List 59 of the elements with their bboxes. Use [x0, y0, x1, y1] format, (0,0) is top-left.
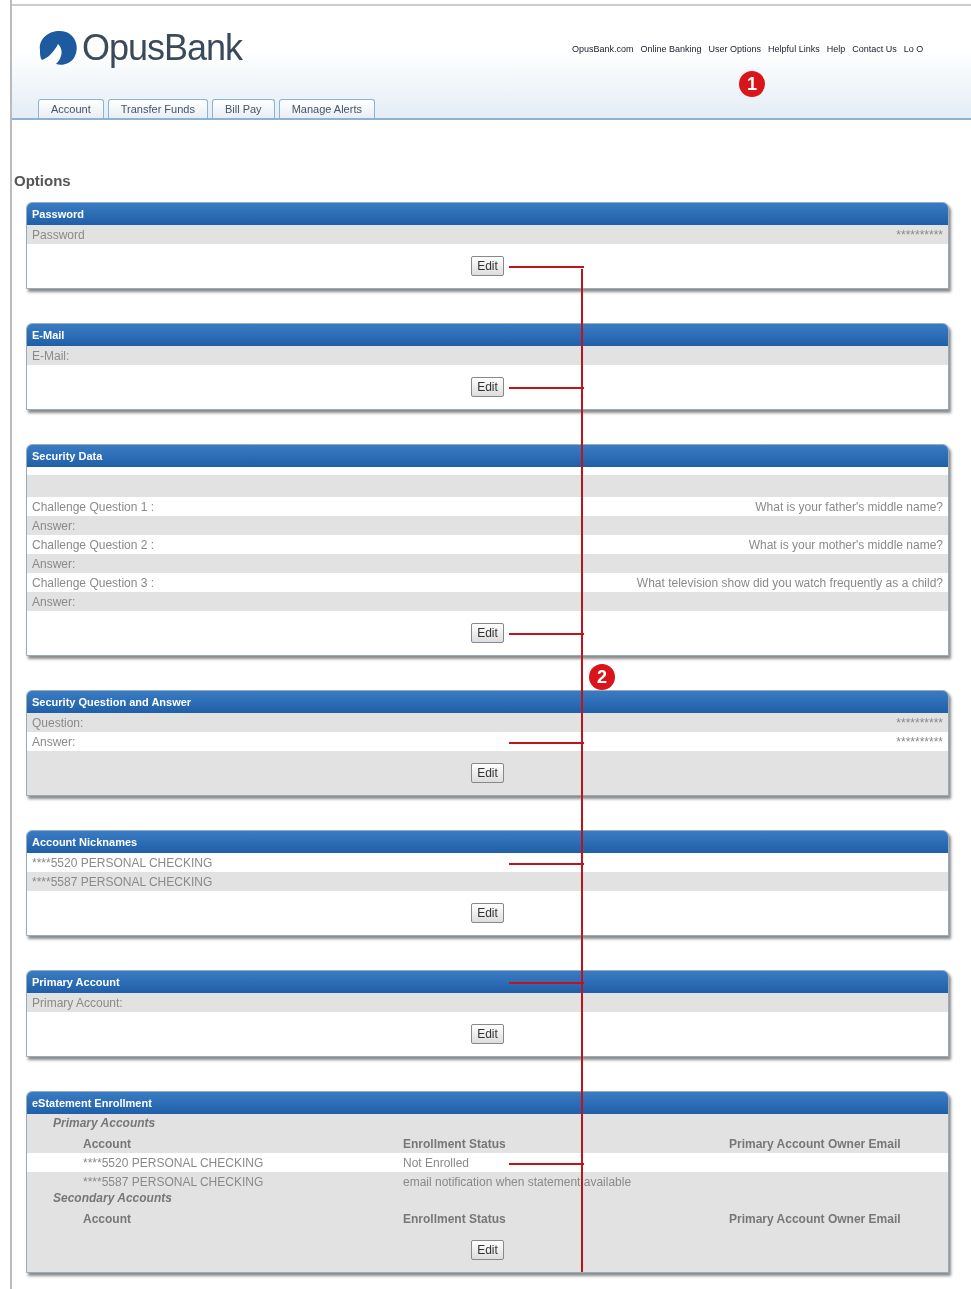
- callout-marker: 2: [589, 664, 615, 690]
- row-label: Answer:: [32, 734, 76, 749]
- table-cell: email notification when statement available: [403, 1174, 632, 1189]
- row-label: Password: [32, 227, 85, 242]
- row-label: Question:: [32, 715, 84, 730]
- logo-wordmark: OpusBank: [82, 28, 243, 68]
- panel-title: Primary Account: [32, 976, 120, 988]
- table-cell: Not Enrolled: [403, 1155, 470, 1170]
- nav-link[interactable]: Help: [826, 44, 846, 54]
- group-title: Primary Accounts: [52, 1116, 157, 1132]
- row-label: ****5520 PERSONAL CHECKING: [32, 855, 213, 870]
- nav-link[interactable]: Lo O: [903, 44, 924, 54]
- column-header: Enrollment Status: [403, 1136, 507, 1151]
- row-value: What is your father's middle name?: [755, 499, 943, 514]
- edit-button[interactable]: Edit: [471, 1024, 504, 1044]
- edit-button[interactable]: Edit: [471, 256, 504, 276]
- panel-title: eStatement Enrollment: [32, 1097, 152, 1109]
- panel-title: Password: [32, 208, 84, 220]
- row-label: Primary Account:: [32, 995, 123, 1010]
- nav-link[interactable]: Helpful Links: [768, 44, 820, 54]
- page-title: Options: [14, 172, 72, 191]
- row-label: Challenge Question 1 :: [32, 499, 155, 514]
- row-label: Challenge Question 2 :: [32, 537, 155, 552]
- table-cell: ****5587 PERSONAL CHECKING: [83, 1174, 264, 1189]
- row-label: Answer:: [32, 594, 76, 609]
- row-value: What television show did you watch frequently as a child?: [636, 575, 943, 590]
- column-header: Account: [83, 1211, 132, 1226]
- row-value: What is your mother's middle name?: [748, 537, 943, 552]
- column-header: Primary Account Owner Email: [729, 1211, 902, 1226]
- row-label: Answer:: [32, 518, 76, 533]
- edit-button[interactable]: Edit: [471, 623, 504, 643]
- table-cell: ****5520 PERSONAL CHECKING: [83, 1155, 264, 1170]
- nav-link[interactable]: Online Banking: [640, 44, 702, 54]
- nav-tab[interactable]: Bill Pay: [211, 99, 275, 118]
- panel-title: Security Data: [32, 450, 103, 462]
- nav-link[interactable]: User Options: [708, 44, 762, 54]
- row-label: E-Mail:: [32, 348, 70, 363]
- edit-button[interactable]: Edit: [471, 763, 504, 783]
- panel-title: Security Question and Answer: [32, 696, 192, 708]
- row-value: **********: [896, 734, 943, 749]
- group-title: Secondary Accounts: [52, 1191, 173, 1207]
- row-label: Challenge Question 3 :: [32, 575, 155, 590]
- row-value: **********: [896, 227, 943, 242]
- column-header: Account: [83, 1136, 132, 1151]
- column-header: Enrollment Status: [403, 1211, 507, 1226]
- nav-link[interactable]: Contact Us: [852, 44, 897, 54]
- row-value: **********: [896, 715, 943, 730]
- column-header: Primary Account Owner Email: [729, 1136, 902, 1151]
- nav-tab[interactable]: Manage Alerts: [278, 99, 375, 118]
- edit-button[interactable]: Edit: [471, 903, 504, 923]
- row-label: ****5587 PERSONAL CHECKING: [32, 874, 213, 889]
- panel-title: Account Nicknames: [32, 836, 138, 848]
- edit-button[interactable]: Edit: [471, 1240, 504, 1260]
- edit-button[interactable]: Edit: [471, 377, 504, 397]
- nav-link[interactable]: OpusBank.com: [572, 44, 634, 54]
- nav-tab[interactable]: Account: [38, 99, 104, 118]
- nav-tab[interactable]: Transfer Funds: [107, 99, 208, 118]
- panel-title: E-Mail: [32, 329, 65, 341]
- row-label: Answer:: [32, 556, 76, 571]
